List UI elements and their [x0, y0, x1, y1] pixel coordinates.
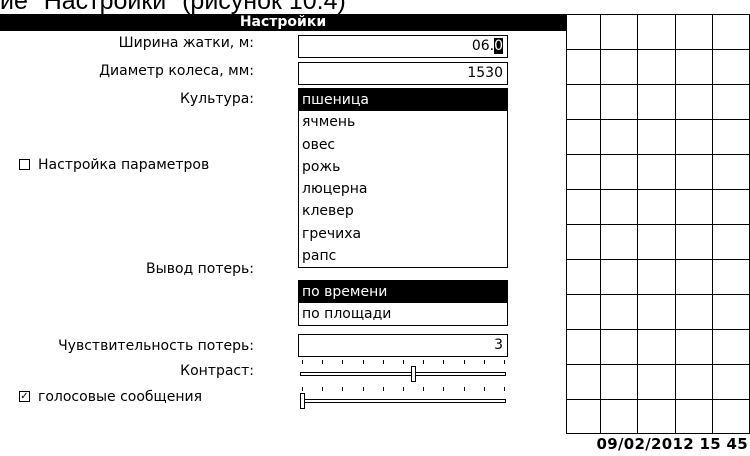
crop-option[interactable]: гречиха — [299, 223, 507, 245]
loss-output-option[interactable]: по площади — [299, 303, 507, 325]
crop-option[interactable]: ячмень — [299, 111, 507, 133]
voice-level-track — [300, 399, 506, 403]
loss-sensitivity-field[interactable]: 3 — [298, 334, 508, 357]
datetime-display: 09/02/2012 15 45 — [596, 435, 748, 453]
crop-label: Культура: — [179, 91, 254, 107]
crop-option[interactable]: рапс — [299, 245, 507, 267]
contrast-label: Контраст: — [180, 363, 254, 379]
loss-output-option[interactable]: по времени — [299, 281, 507, 304]
voice-messages-checkbox[interactable]: ✓ — [19, 391, 30, 402]
wheel-diameter-field[interactable]: 1530 — [298, 62, 508, 85]
voice-level-slider[interactable] — [300, 385, 506, 415]
loss-output-label: Вывод потерь: — [146, 261, 254, 277]
loss-sensitivity-label: Чувствительность потерь: — [58, 338, 254, 354]
header-width-field[interactable]: 06.0 — [298, 35, 508, 58]
text-cursor: 0 — [494, 38, 503, 54]
contrast-thumb[interactable] — [411, 366, 417, 382]
voice-level-ticks — [302, 387, 505, 391]
contrast-ticks — [302, 360, 505, 364]
crop-listbox[interactable]: пшеница ячмень овес рожь люцерна клевер гречих… — [298, 88, 508, 268]
crop-option[interactable]: рожь — [299, 156, 507, 178]
contrast-track — [300, 372, 506, 376]
voice-level-thumb[interactable] — [300, 393, 305, 409]
crop-option[interactable]: клевер — [299, 200, 507, 222]
contrast-slider[interactable] — [300, 358, 506, 388]
wheel-diameter-label: Диаметр колеса, мм: — [99, 63, 254, 79]
loss-output-listbox[interactable]: по времени по площади — [298, 280, 508, 326]
settings-screen: Настройки Ширина жатки, м: 06.0 Диаметр … — [0, 14, 750, 456]
voice-messages-label: голосовые сообщения — [38, 389, 203, 405]
params-setup-checkbox[interactable] — [19, 159, 30, 170]
crop-option[interactable]: люцерна — [299, 178, 507, 200]
crop-option[interactable]: пшеница — [299, 89, 507, 112]
params-setup-label: Настройка параметров — [38, 157, 210, 173]
page-title: Настройки — [0, 14, 566, 31]
header-width-label: Ширина жатки, м: — [118, 35, 254, 51]
caption-fragment: ие "Настройки" (рисунок 10.4) — [0, 0, 346, 14]
loss-grid-panel — [566, 14, 750, 434]
crop-option[interactable]: овес — [299, 134, 507, 156]
header-width-value: 06. — [471, 38, 495, 54]
checkmark-icon: ✓ — [20, 391, 29, 402]
